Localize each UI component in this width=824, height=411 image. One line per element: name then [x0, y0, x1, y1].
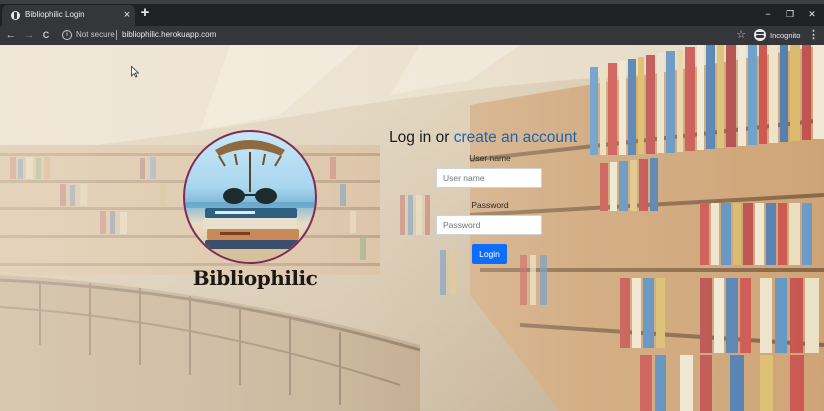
forward-button[interactable]: →: [22, 28, 36, 43]
globe-icon: [11, 11, 20, 20]
brand-name: Bibliophilic: [192, 266, 318, 290]
bibliophilic-logo: [183, 130, 317, 264]
login-button[interactable]: Login: [472, 244, 507, 264]
username-label: User name: [469, 153, 511, 163]
minimize-button[interactable]: −: [760, 8, 776, 20]
back-button[interactable]: ←: [4, 28, 18, 43]
info-icon[interactable]: i: [62, 30, 72, 40]
window-top-border: [0, 0, 824, 4]
mouse-cursor-icon: [131, 66, 139, 78]
background-overlay: [0, 45, 824, 411]
login-page: Bibliophilic Log in or create an account…: [0, 45, 824, 411]
reload-button[interactable]: C: [39, 28, 53, 43]
address-separator: [116, 30, 117, 40]
new-tab-button[interactable]: +: [138, 5, 152, 20]
password-input[interactable]: [436, 215, 542, 235]
security-status: Not secure: [76, 30, 115, 39]
tab-strip: Bibliophilic Login × + − ❐ ✕: [0, 0, 824, 26]
restore-button[interactable]: ❐: [782, 8, 798, 20]
browser-toolbar: ← → C i Not secure bibliophilic.herokuap…: [0, 26, 824, 45]
incognito-icon: [754, 29, 766, 41]
create-account-link[interactable]: create an account: [454, 129, 577, 146]
url-text[interactable]: bibliophilic.herokuapp.com: [122, 30, 216, 39]
incognito-label: Incognito: [770, 31, 801, 40]
login-heading-text: Log in or: [389, 129, 454, 146]
password-label: Password: [471, 200, 509, 210]
username-input[interactable]: [436, 168, 542, 188]
tab-close-icon[interactable]: ×: [121, 8, 133, 22]
login-heading: Log in or create an account: [368, 129, 598, 147]
close-window-button[interactable]: ✕: [804, 8, 820, 20]
tab-title: Bibliophilic Login: [25, 10, 85, 19]
kebab-menu-icon[interactable]: ⋮: [808, 28, 819, 42]
address-bar[interactable]: i Not secure bibliophilic.herokuapp.com: [55, 27, 740, 44]
bookmark-star-icon[interactable]: ☆: [735, 28, 747, 42]
browser-window: Bibliophilic Login × + − ❐ ✕ ← → C i Not…: [0, 0, 824, 411]
tab-bibliophilic-login[interactable]: Bibliophilic Login ×: [2, 5, 135, 26]
